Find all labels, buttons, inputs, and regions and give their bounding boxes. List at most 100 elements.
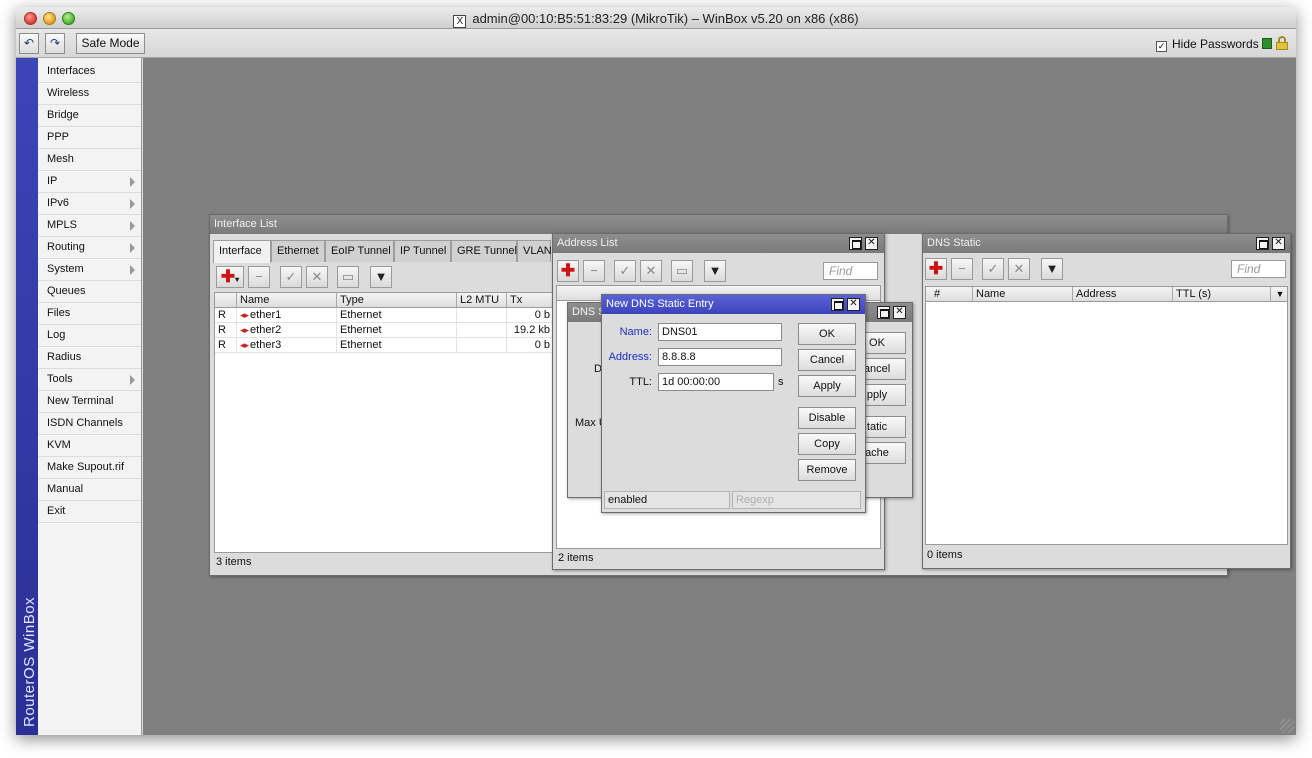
sidebar-item-make-supout-rif[interactable]: Make Supout.rif — [38, 457, 141, 479]
sidebar-item-label: Mesh — [47, 153, 74, 165]
name-field[interactable]: DNS01 — [658, 323, 782, 341]
sidebar-item-bridge[interactable]: Bridge — [38, 105, 141, 127]
add-address-button[interactable]: ✚ — [557, 260, 579, 282]
disable-interface-button[interactable]: ✕ — [306, 266, 328, 288]
sidebar-item-radius[interactable]: Radius — [38, 347, 141, 369]
enable-address-button[interactable]: ✓ — [614, 260, 636, 282]
column-chooser-icon[interactable]: ▼ — [1271, 287, 1287, 302]
cross-icon: ✕ — [311, 269, 323, 284]
row-name: ◂▸ether2 — [237, 323, 337, 338]
comment-address-button[interactable]: ▭ — [671, 260, 693, 282]
add-dns-static-button[interactable]: ✚ — [925, 258, 947, 280]
column-l2mtu[interactable]: L2 MTU — [457, 293, 507, 308]
dns-static-titlebar[interactable]: DNS Static — [923, 234, 1290, 253]
sidebar-item-routing[interactable]: Routing — [38, 237, 141, 259]
ok-button[interactable]: OK — [798, 323, 856, 345]
disable-address-button[interactable]: ✕ — [640, 260, 662, 282]
close-new-entry-button[interactable]: ✕ — [847, 298, 860, 311]
sidebar-item-exit[interactable]: Exit — [38, 501, 141, 523]
apply-button[interactable]: Apply — [798, 375, 856, 397]
comment-interface-button[interactable]: ▭ — [337, 266, 359, 288]
remove-button[interactable]: Remove — [798, 459, 856, 481]
disable-button[interactable]: Disable — [798, 407, 856, 429]
remove-dns-static-button[interactable]: − — [951, 258, 973, 280]
sidebar-item-manual[interactable]: Manual — [38, 479, 141, 501]
resize-grip-icon[interactable] — [1280, 719, 1294, 733]
redo-button[interactable]: ↷ — [45, 33, 65, 54]
column-address[interactable]: Address — [1073, 287, 1173, 302]
filter-dns-static-button[interactable]: ▼ — [1041, 258, 1063, 280]
address-field[interactable]: 8.8.8.8 — [658, 348, 782, 366]
cancel-button[interactable]: Cancel — [798, 349, 856, 371]
tab-gre-tunnel[interactable]: GRE Tunnel — [451, 240, 517, 262]
sidebar-item-tools[interactable]: Tools — [38, 369, 141, 391]
sidebar-item-mpls[interactable]: MPLS — [38, 215, 141, 237]
sidebar-item-system[interactable]: System — [38, 259, 141, 281]
sidebar-item-queues[interactable]: Queues — [38, 281, 141, 303]
address-list-titlebar[interactable]: Address List — [553, 234, 884, 253]
sidebar-item-label: Log — [47, 329, 66, 341]
column-ttl[interactable]: TTL (s) — [1173, 287, 1271, 302]
tab-eoip-tunnel[interactable]: EoIP Tunnel — [325, 240, 394, 262]
sidebar-item-label: New Terminal — [47, 395, 114, 407]
interface-list-titlebar[interactable]: Interface List — [210, 215, 1227, 234]
column-name[interactable]: Name — [973, 287, 1073, 302]
sidebar-item-label: Interfaces — [47, 65, 96, 77]
disable-dns-static-button[interactable]: ✕ — [1008, 258, 1030, 280]
sidebar-item-new-terminal[interactable]: New Terminal — [38, 391, 141, 413]
sidebar-item-label: Queues — [47, 285, 86, 297]
interface-name: ether3 — [250, 339, 282, 351]
check-icon: ✓ — [285, 269, 297, 284]
sidebar-item-mesh[interactable]: Mesh — [38, 149, 141, 171]
tab-interface[interactable]: Interface — [213, 240, 271, 263]
column-number[interactable]: # — [926, 287, 973, 302]
sidebar-item-isdn-channels[interactable]: ISDN Channels — [38, 413, 141, 435]
safe-mode-button[interactable]: Safe Mode — [76, 33, 145, 54]
maximize-dns-settings-button[interactable] — [877, 306, 890, 319]
address-find-input[interactable]: Find — [823, 262, 878, 280]
new-dns-entry-titlebar[interactable]: New DNS Static Entry — [602, 295, 865, 314]
close-dns-static-button[interactable]: ✕ — [1272, 237, 1285, 250]
enable-interface-button[interactable]: ✓ — [280, 266, 302, 288]
close-dns-settings-button[interactable]: ✕ — [893, 306, 906, 319]
sidebar-item-ppp[interactable]: PPP — [38, 127, 141, 149]
note-icon: ▭ — [341, 269, 355, 284]
sidebar-item-ipv6[interactable]: IPv6 — [38, 193, 141, 215]
tab-ethernet[interactable]: Ethernet — [271, 240, 325, 262]
submenu-arrow-icon — [130, 243, 135, 253]
close-icon: ✕ — [867, 237, 876, 248]
maximize-new-entry-button[interactable] — [831, 298, 844, 311]
dns-static-find-input[interactable]: Find — [1231, 260, 1286, 278]
title-bar: Xadmin@00:10:B5:51:83:29 (MikroTik) – Wi… — [16, 7, 1296, 29]
maximize-address-list-button[interactable] — [849, 237, 862, 250]
cross-icon: ✕ — [645, 263, 657, 278]
row-l2mtu — [457, 338, 507, 353]
enable-dns-static-button[interactable]: ✓ — [982, 258, 1004, 280]
ttl-field[interactable]: 1d 00:00:00 — [658, 373, 774, 391]
sidebar-item-log[interactable]: Log — [38, 325, 141, 347]
copy-button[interactable]: Copy — [798, 433, 856, 455]
add-interface-button[interactable]: ✚▾ — [216, 266, 244, 288]
maximize-dns-static-button[interactable] — [1256, 237, 1269, 250]
cross-icon: ✕ — [1013, 261, 1025, 276]
sidebar-item-ip[interactable]: IP — [38, 171, 141, 193]
tab-vlan[interactable]: VLAN — [517, 240, 552, 262]
sidebar-item-interfaces[interactable]: Interfaces — [38, 61, 141, 83]
sidebar-item-wireless[interactable]: Wireless — [38, 83, 141, 105]
close-address-list-button[interactable]: ✕ — [865, 237, 878, 250]
filter-address-button[interactable]: ▼ — [704, 260, 726, 282]
submenu-arrow-icon — [130, 375, 135, 385]
filter-interface-button[interactable]: ▼ — [370, 266, 392, 288]
remove-interface-button[interactable]: − — [248, 266, 270, 288]
row-type: Ethernet — [337, 308, 457, 323]
column-type[interactable]: Type — [337, 293, 457, 308]
undo-button[interactable]: ↶ — [19, 33, 39, 54]
hide-passwords-checkbox[interactable]: ✓ Hide Passwords — [1156, 37, 1259, 52]
column-name[interactable]: Name — [237, 293, 337, 308]
sidebar-item-files[interactable]: Files — [38, 303, 141, 325]
remove-address-button[interactable]: − — [583, 260, 605, 282]
sidebar-item-kvm[interactable]: KVM — [38, 435, 141, 457]
sidebar-item-label: MPLS — [47, 219, 77, 231]
sidebar-item-label: Manual — [47, 483, 84, 495]
tab-ip-tunnel[interactable]: IP Tunnel — [394, 240, 451, 262]
